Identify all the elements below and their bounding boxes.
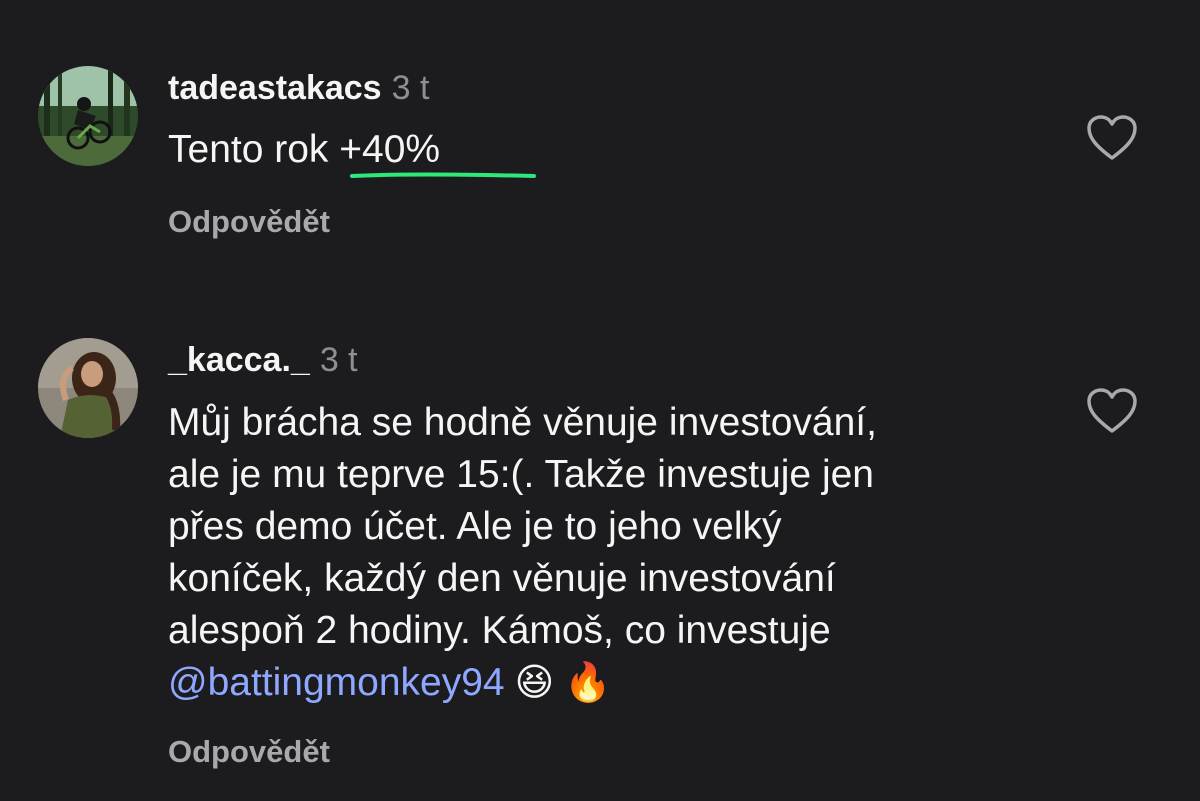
username[interactable]: _kacca._ — [168, 341, 310, 379]
reply-button[interactable]: Odpovědět — [168, 734, 330, 770]
timestamp: 3 t — [319, 341, 358, 379]
heart-outline-icon — [1087, 388, 1137, 433]
comment-line: alespoň 2 hodiny. Kámoš, co investuje — [168, 609, 831, 652]
woman-portrait-photo-icon — [38, 338, 138, 438]
comment-header: _kacca._ 3 t — [168, 340, 358, 380]
like-button[interactable] — [1086, 387, 1138, 435]
comment-line-mention: @battingmonkey94 😆 🔥 — [168, 657, 877, 709]
comment-line: ale je mu teprve 15:(. Takže investuje j… — [168, 453, 874, 496]
comment-item: _kacca._ 3 t Můj brácha se hodně věnuje i… — [0, 0, 1200, 801]
laughing-emoji: 😆 — [514, 662, 555, 704]
mention-link[interactable]: @battingmonkey94 — [168, 661, 505, 704]
comment-line: Můj brácha se hodně věnuje investování, — [168, 401, 877, 444]
comment-text: Můj brácha se hodně věnuje investování, … — [168, 397, 877, 709]
avatar[interactable] — [38, 338, 138, 438]
comment-line: přes demo účet. Ale je to jeho velký — [168, 505, 782, 548]
comment-line: koníček, každý den věnuje investování — [168, 557, 836, 600]
fire-emoji: 🔥 — [564, 662, 612, 704]
